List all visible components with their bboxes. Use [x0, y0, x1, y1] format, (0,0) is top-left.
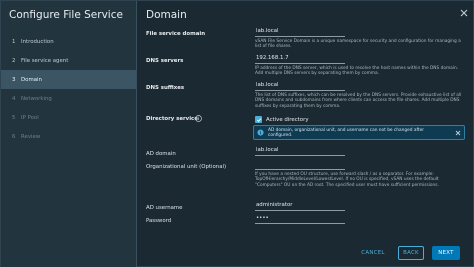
- file-service-domain-help: vSAN File Service Domain is a unique nam…: [255, 39, 461, 50]
- step-number: 1: [12, 38, 16, 45]
- directory-service-label: Directory service: [146, 116, 198, 122]
- alert-text: AD domain, organizational unit, and user…: [268, 128, 424, 139]
- organizational-unit-label: Organizational unit (Optional): [146, 164, 227, 170]
- ad-username-label: AD username: [146, 205, 183, 211]
- alert-info-icon: [257, 129, 264, 136]
- dns-suffixes-help: The list of DNS suffixes, which can be r…: [255, 93, 462, 109]
- wizard-steps: 1 Introduction 2 File service agent 3 Domai…: [1, 32, 136, 146]
- dns-servers-label: DNS servers: [146, 58, 184, 64]
- step-label: Domain: [21, 76, 42, 83]
- dns-servers-input[interactable]: 192.168.1.7: [255, 54, 345, 64]
- step-file-service-agent[interactable]: 2 File service agent: [1, 51, 136, 70]
- wizard-main: Domain File service domain lab.local vSA…: [138, 1, 474, 267]
- wizard-footer: CANCEL BACK NEXT: [356, 246, 460, 260]
- step-networking: 4 Networking: [1, 89, 136, 108]
- step-label: Introduction: [21, 38, 54, 45]
- ad-username-input[interactable]: administrator: [255, 201, 345, 211]
- password-label: Password: [146, 218, 172, 224]
- step-number: 4: [12, 95, 16, 102]
- page-title: Domain: [146, 9, 187, 21]
- active-directory-option[interactable]: Active directory: [255, 116, 309, 123]
- file-service-domain-label: File service domain: [146, 31, 206, 37]
- dns-servers-help: IP address of the DNS server, which is u…: [255, 66, 459, 77]
- step-number: 6: [12, 133, 16, 140]
- step-ip-pool: 5 IP Pool: [1, 108, 136, 127]
- active-directory-label: Active directory: [266, 116, 309, 123]
- step-label: File service agent: [21, 57, 69, 64]
- step-label: Networking: [21, 95, 52, 102]
- ad-domain-input[interactable]: lab.local: [255, 146, 345, 156]
- organizational-unit-input[interactable]: [255, 160, 345, 170]
- step-number: 2: [12, 57, 16, 64]
- info-alert: AD domain, organizational unit, and user…: [253, 125, 465, 140]
- step-label: Review: [21, 133, 41, 140]
- step-domain[interactable]: 3 Domain: [1, 70, 136, 89]
- step-review: 6 Review: [1, 127, 136, 146]
- close-icon[interactable]: [460, 9, 468, 17]
- back-button[interactable]: BACK: [398, 246, 424, 260]
- ad-domain-label: AD domain: [146, 151, 176, 157]
- configure-file-service-wizard: Configure File Service 1 Introduction 2 Fi…: [0, 0, 474, 267]
- wizard-nav: Configure File Service 1 Introduction 2 Fi…: [1, 1, 137, 267]
- cancel-button[interactable]: CANCEL: [356, 246, 390, 260]
- step-number: 3: [12, 76, 16, 83]
- dns-suffixes-input[interactable]: lab.local: [255, 81, 345, 91]
- checkmark-icon: [256, 117, 261, 122]
- step-introduction[interactable]: 1 Introduction: [1, 32, 136, 51]
- next-button[interactable]: NEXT: [432, 246, 460, 260]
- file-service-domain-input[interactable]: lab.local: [255, 27, 345, 37]
- alert-close-icon[interactable]: [455, 130, 461, 136]
- active-directory-checkbox[interactable]: [255, 116, 262, 123]
- dns-suffixes-label: DNS suffixes: [146, 85, 185, 91]
- wizard-title: Configure File Service: [9, 9, 123, 21]
- organizational-unit-help: If you have a nested OU structure, use f…: [255, 172, 439, 188]
- step-label: IP Pool: [21, 114, 39, 121]
- password-input[interactable]: ••••: [255, 214, 345, 224]
- info-icon[interactable]: [195, 115, 202, 122]
- step-number: 5: [12, 114, 16, 121]
